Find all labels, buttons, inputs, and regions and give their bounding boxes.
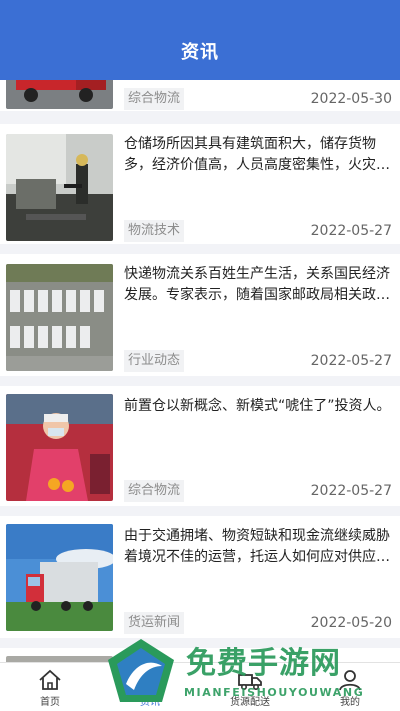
news-card[interactable]: 仓储场所因其具有建筑面积大，储存货物多，经济价值高，人员高度密集性，火灾风险大等… [0,124,400,244]
tab-news[interactable]: 资讯 [100,663,200,711]
news-card[interactable]: 前置仓以新概念、新模式“唬住了”投资人。 综合物流 2022-05-27 [0,386,400,506]
tab-home-label: 首页 [40,697,60,708]
cargo-truck-image [6,524,113,631]
trucks-aerial-image [6,264,113,371]
news-icon [141,670,159,690]
app-header: 资讯 [0,0,400,80]
page-title: 资讯 [181,42,219,63]
news-card[interactable]: 综合物流 2022-05-30 [0,80,400,111]
article-tag: 货运新闻 [124,612,185,634]
delivery-worker-image [6,394,113,501]
article-summary: 快递物流关系百姓生产生活，关系国民经济发展。专家表示，随着国家邮政局相关政策的落… [124,266,390,303]
article-summary: 前置仓以新概念、新模式“唬住了”投资人。 [124,398,391,414]
news-card[interactable]: 由于交通拥堵、物资短缺和现金流继续威胁着境况不佳的运营，托运人如何应对供应链挑战… [0,516,400,638]
firefighter-image [6,134,113,241]
tab-delivery[interactable]: 货源配送 [200,663,300,711]
tab-delivery-label: 货源配送 [230,697,270,708]
article-date: 2022-05-30 [310,91,392,107]
article-date: 2022-05-27 [310,483,392,499]
news-card[interactable] [0,648,400,662]
article-date: 2022-05-27 [310,353,392,369]
article-summary: 由于交通拥堵、物资短缺和现金流继续威胁着境况不佳的运营，托运人如何应对供应链挑战 [124,528,390,565]
red-truck-image [6,80,113,109]
article-date: 2022-05-27 [310,223,392,239]
article-date: 2022-05-20 [310,615,392,631]
news-feed[interactable]: 综合物流 2022-05-30 仓储场所因其具有建筑面积大，储存货物多，经济价值… [0,80,400,662]
news-card[interactable]: 快递物流关系百姓生产生活，关系国民经济发展。专家表示，随着国家邮政局相关政策的落… [0,254,400,376]
article-tag: 行业动态 [124,350,185,372]
truck-icon [238,674,262,690]
user-icon [339,670,361,691]
tab-news-label: 资讯 [140,697,160,708]
home-icon [39,669,61,690]
bottom-tab-bar: 首页 资讯 货源配送 我的 [0,662,400,711]
article-tag: 物流技术 [124,220,185,242]
tab-home[interactable]: 首页 [0,663,100,711]
tab-profile-label: 我的 [340,697,360,708]
article-tag: 综合物流 [124,480,185,502]
article-tag: 综合物流 [124,88,185,110]
tab-profile[interactable]: 我的 [300,663,400,711]
article-summary: 仓储场所因其具有建筑面积大，储存货物多，经济价值高，人员高度密集性，火灾风险大等… [124,136,390,173]
